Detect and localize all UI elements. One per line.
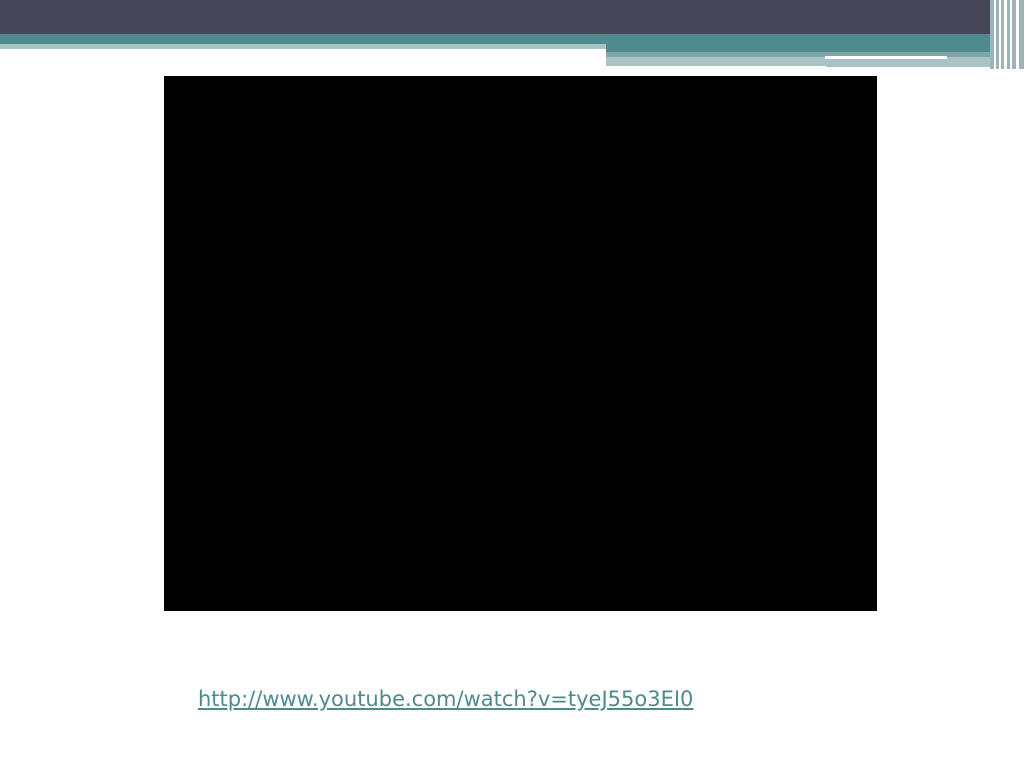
video-link[interactable]: http://www.youtube.com/watch?v=tyeJ55o3E… <box>198 684 818 714</box>
vertical-stripe <box>994 0 996 69</box>
vertical-stripe <box>1004 0 1007 69</box>
header-white-line-lower <box>606 66 826 69</box>
slide: http://www.youtube.com/watch?v=tyeJ55o3E… <box>0 0 1024 768</box>
vertical-stripe <box>1010 0 1012 69</box>
video-embed[interactable] <box>164 76 877 611</box>
header-light-bar-left <box>0 44 606 49</box>
header-teal-bar-right <box>606 44 1024 52</box>
header-white-line <box>825 56 947 59</box>
vertical-stripe <box>999 0 1001 69</box>
header-dark-bar <box>0 0 1024 34</box>
header-vertical-stripes <box>990 0 1024 69</box>
header-teal-bar <box>0 34 1024 44</box>
vertical-stripe <box>1016 0 1019 69</box>
